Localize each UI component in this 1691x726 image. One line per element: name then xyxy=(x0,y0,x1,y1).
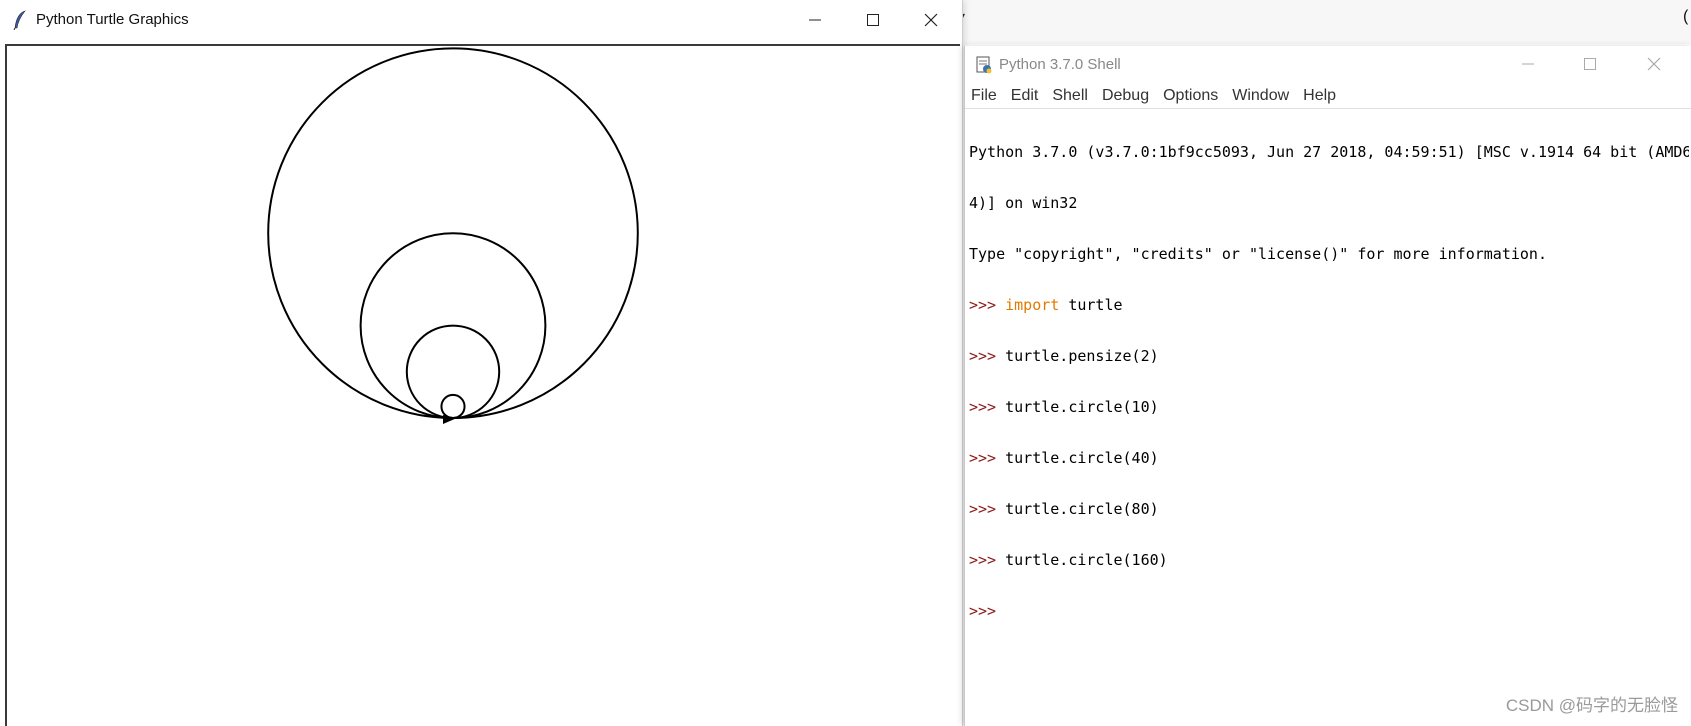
banner-line: Type "copyright", "credits" or "license(… xyxy=(969,246,1547,263)
maximize-icon xyxy=(867,14,879,26)
maximize-button[interactable] xyxy=(844,0,902,40)
turtle-circle xyxy=(440,393,466,420)
python-shell-icon xyxy=(976,56,992,74)
command-text: turtle.circle(160) xyxy=(1005,552,1168,569)
close-icon xyxy=(1647,57,1661,71)
menu-help[interactable]: Help xyxy=(1296,87,1343,105)
turtle-drawing xyxy=(267,47,639,424)
shell-titlebar[interactable]: Python 3.7.0 Shell xyxy=(965,46,1691,84)
menu-edit[interactable]: Edit xyxy=(1004,87,1046,105)
menu-window[interactable]: Window xyxy=(1225,87,1296,105)
command-text: turtle.pensize(2) xyxy=(1005,348,1159,365)
command-text: turtle.circle(80) xyxy=(1005,501,1159,518)
feather-icon xyxy=(13,10,26,30)
menu-debug[interactable]: Debug xyxy=(1095,87,1156,105)
shell-menubar: File Edit Shell Debug Options Window Hel… xyxy=(965,84,1691,109)
close-icon xyxy=(924,13,938,27)
prompt: >>> xyxy=(969,399,997,416)
prompt: >>> xyxy=(969,450,997,467)
command-line: >>> turtle.circle(160) xyxy=(969,552,1689,569)
turtle-graphics-window: Python Turtle Graphics xyxy=(0,0,963,726)
watermark: CSDN @码字的无脸怪 xyxy=(1505,696,1678,715)
prompt: >>> xyxy=(969,552,997,569)
menu-file[interactable]: File xyxy=(965,87,1004,105)
command-line: >>> import turtle xyxy=(969,297,1689,314)
maximize-icon xyxy=(1584,58,1596,70)
prompt: >>> xyxy=(969,603,997,620)
prompt: >>> xyxy=(969,348,997,365)
command-line: >>> turtle.circle(10) xyxy=(969,399,1689,416)
shell-window-title: Python 3.7.0 Shell xyxy=(999,56,1121,73)
turtle-circle xyxy=(405,324,501,419)
keyword: import xyxy=(1005,297,1060,314)
prompt: >>> xyxy=(969,297,997,314)
turtle-titlebar[interactable]: Python Turtle Graphics xyxy=(0,0,962,40)
menu-options[interactable]: Options xyxy=(1156,87,1225,105)
input-line[interactable]: >>> xyxy=(969,603,1689,620)
minimize-button[interactable] xyxy=(786,0,844,40)
command-text: turtle.circle(40) xyxy=(1005,450,1159,467)
window-title: Python Turtle Graphics xyxy=(36,11,189,28)
command-line: >>> turtle.circle(40) xyxy=(969,450,1689,467)
background-window-toolbar xyxy=(960,0,1691,44)
close-button[interactable] xyxy=(902,0,960,40)
prompt: >>> xyxy=(969,501,997,518)
minimize-icon xyxy=(1522,63,1534,65)
banner-line: 4)] on win32 xyxy=(969,195,1078,212)
command-line: >>> turtle.circle(80) xyxy=(969,501,1689,518)
turtle-canvas[interactable] xyxy=(5,44,960,726)
command-text: turtle xyxy=(1059,297,1123,314)
shell-maximize-button[interactable] xyxy=(1561,44,1619,84)
python-shell-window: Python 3.7.0 Shell File Edit Shell Debug… xyxy=(964,46,1691,726)
banner-line: Python 3.7.0 (v3.7.0:1bf9cc5093, Jun 27 … xyxy=(969,144,1689,161)
turtle-cursor-icon xyxy=(443,415,457,424)
minimize-icon xyxy=(809,19,821,21)
shell-close-button[interactable] xyxy=(1625,44,1683,84)
shell-minimize-button[interactable] xyxy=(1499,44,1557,84)
command-line: >>> turtle.pensize(2) xyxy=(969,348,1689,365)
menu-shell[interactable]: Shell xyxy=(1045,87,1095,105)
background-edge-glyph: ( xyxy=(1683,8,1689,25)
shell-output[interactable]: Python 3.7.0 (v3.7.0:1bf9cc5093, Jun 27 … xyxy=(969,110,1689,654)
command-text: turtle.circle(10) xyxy=(1005,399,1159,416)
